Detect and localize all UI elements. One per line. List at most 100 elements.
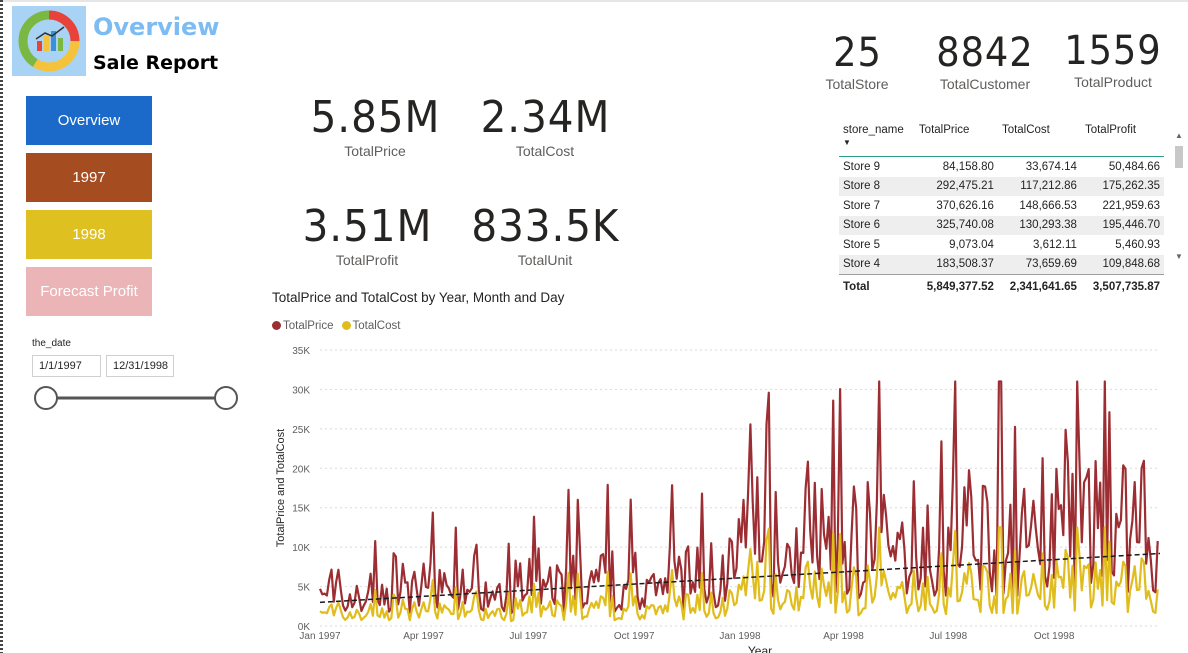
column-header-store-name[interactable]: store_name ▼ <box>839 121 915 157</box>
kpi-total-cost-value: 2.34M <box>480 92 610 143</box>
table-cell: 117,212.86 <box>997 176 1081 196</box>
legend-dot-icon <box>341 321 351 330</box>
column-header-total-cost[interactable]: TotalCost <box>997 121 1081 157</box>
kpi-total-cost: 2.34M TotalCost <box>460 92 630 159</box>
kpi-total-store: 25 TotalStore <box>812 30 902 92</box>
table-cell: 183,508.37 <box>914 254 998 275</box>
table-cell: Store 9 <box>843 160 881 173</box>
kpi-total-unit: 833.5K TotalUnit <box>455 201 635 268</box>
top-border <box>0 0 1188 2</box>
table-cell: 370,626.16 <box>936 199 994 212</box>
x-tick-label: Apr 1998 <box>823 631 864 642</box>
x-tick-label: Jul 1998 <box>929 631 967 642</box>
table-cell: Store 7 <box>843 199 881 212</box>
table-cell: 109,848.68 <box>1080 254 1164 275</box>
table-cell: 84,158.80 <box>942 160 994 173</box>
table-cell: 33,674.14 <box>1025 160 1077 173</box>
donut-chart-icon <box>18 10 80 72</box>
table-cell: 221,959.63 <box>1102 199 1160 212</box>
scroll-up-icon[interactable]: ▲ <box>1175 131 1183 140</box>
table-row[interactable]: Store 5 9,073.04 3,612.11 5,460.93 <box>839 235 1164 255</box>
y-axis-label: TotalPrice and TotalCost <box>275 429 287 547</box>
line-chart: 0K5K10K15K20K25K30K35KJan 1997 Apr 1997 Ju… <box>275 346 1161 653</box>
kpi-total-product-label: TotalProduct <box>1074 74 1152 90</box>
x-tick-label: Oct 1997 <box>614 631 655 642</box>
kpi-total-price-label: TotalPrice <box>344 143 406 159</box>
table-cell: Store 5 <box>843 238 881 251</box>
table-header-row: store_name ▼ TotalPrice TotalCost TotalPr… <box>839 121 1164 157</box>
sort-desc-icon[interactable]: ▼ <box>843 138 851 147</box>
y-tick-label: 35K <box>292 346 310 357</box>
legend-item-total-cost[interactable]: TotalCost <box>341 320 400 332</box>
kpi-total-customer-label: TotalCustomer <box>939 76 1031 92</box>
y-tick-label: 5K <box>298 583 311 594</box>
table-cell: 5,460.93 <box>1115 238 1160 251</box>
kpi-total-customer-value: 8842 <box>936 30 1034 76</box>
table-total-row: Total 5,849,377.52 2,341,641.65 3,507,735.8… <box>839 274 1164 297</box>
kpi-total-store-value: 25 <box>832 30 882 76</box>
kpi-total-profit: 3.51M TotalProfit <box>282 201 452 268</box>
kpi-total-profit-value: 3.51M <box>302 201 432 252</box>
table-cell: 175,262.35 <box>1080 176 1164 196</box>
y-tick-label: 30K <box>292 385 310 396</box>
table-total-cell: 3,507,735.87 <box>1080 274 1164 297</box>
slider-end-handle[interactable] <box>214 386 238 410</box>
chart-title: TotalPrice and TotalCost by Year, Month … <box>272 290 565 305</box>
overview-button[interactable]: Overview <box>26 96 152 145</box>
column-header-total-price[interactable]: TotalPrice <box>914 121 998 157</box>
kpi-total-customer: 8842 TotalCustomer <box>920 30 1050 92</box>
table-cell: Store 6 <box>839 215 915 235</box>
column-header-total-profit[interactable]: TotalProfit <box>1080 121 1164 157</box>
table-row[interactable]: Store 8 292,475.21 117,212.86 175,262.35 <box>839 176 1164 196</box>
table-row[interactable]: Store 4 183,508.37 73,659.69 109,848.68 <box>839 254 1164 275</box>
scroll-down-icon[interactable]: ▼ <box>1175 252 1183 260</box>
date-range-slider[interactable] <box>30 382 242 414</box>
table-total-cell: Total <box>839 274 915 297</box>
x-tick-label: Oct 1998 <box>1034 631 1075 642</box>
y-tick-label: 20K <box>292 464 310 475</box>
x-tick-label: Jan 1998 <box>719 631 761 642</box>
y-tick-label: 25K <box>292 425 310 436</box>
kpi-total-profit-label: TotalProfit <box>335 252 399 268</box>
y-tick-label: 10K <box>292 543 310 554</box>
table-cell: 73,659.69 <box>997 254 1081 275</box>
page-title: Overview <box>93 13 220 41</box>
kpi-total-unit-value: 833.5K <box>471 201 619 252</box>
kpi-total-unit-label: TotalUnit <box>517 252 573 268</box>
kpi-total-price-value: 5.85M <box>310 92 440 143</box>
table-cell: 292,475.21 <box>914 176 998 196</box>
x-tick-label: Apr 1997 <box>403 631 444 642</box>
x-tick-label: Jul 1997 <box>509 631 547 642</box>
table-cell: 325,740.08 <box>914 215 998 235</box>
page-edge-dotted-border <box>0 0 3 653</box>
year-1998-button[interactable]: 1998 <box>26 210 152 259</box>
table-row[interactable]: Store 6 325,740.08 130,293.38 195,446.70 <box>839 215 1164 235</box>
kpi-total-product: 1559 TotalProduct <box>1052 28 1174 90</box>
table-cell: 195,446.70 <box>1080 215 1164 235</box>
table-total-cell: 5,849,377.52 <box>914 274 998 297</box>
table-cell: 148,666.53 <box>1019 199 1077 212</box>
legend-item-total-price[interactable]: TotalPrice <box>272 320 334 332</box>
start-date-input[interactable]: 1/1/1997 <box>32 355 101 377</box>
report-logo <box>12 6 86 76</box>
table-row[interactable]: Store 9 84,158.80 33,674.14 50,484.66 <box>839 157 1164 177</box>
kpi-total-store-label: TotalStore <box>825 76 889 92</box>
scrollbar-thumb[interactable] <box>1175 146 1183 168</box>
table-total-cell: 2,341,641.65 <box>997 274 1081 297</box>
slider-start-handle[interactable] <box>34 386 58 410</box>
x-tick-label: Jan 1997 <box>299 631 341 642</box>
end-date-input[interactable]: 12/31/1998 <box>106 355 174 377</box>
x-axis-label: Year <box>748 644 772 653</box>
forecast-profit-button[interactable]: Forecast Profit <box>26 267 152 316</box>
kpi-total-price: 5.85M TotalPrice <box>290 92 460 159</box>
table-cell: 130,293.38 <box>997 215 1081 235</box>
table-cell: 3,612.11 <box>1033 238 1077 251</box>
table-cell: Store 4 <box>839 254 915 275</box>
kpi-total-cost-label: TotalCost <box>515 143 575 159</box>
table-cell: 50,484.66 <box>1108 160 1160 173</box>
table-row[interactable]: Store 7 370,626.16 148,666.53 221,959.63 <box>839 196 1164 216</box>
year-1997-button[interactable]: 1997 <box>26 153 152 202</box>
table-scrollbar[interactable]: ▲ ▼ <box>1174 130 1184 260</box>
page-subtitle: Sale Report <box>93 52 219 74</box>
kpi-total-product-value: 1559 <box>1064 28 1162 74</box>
